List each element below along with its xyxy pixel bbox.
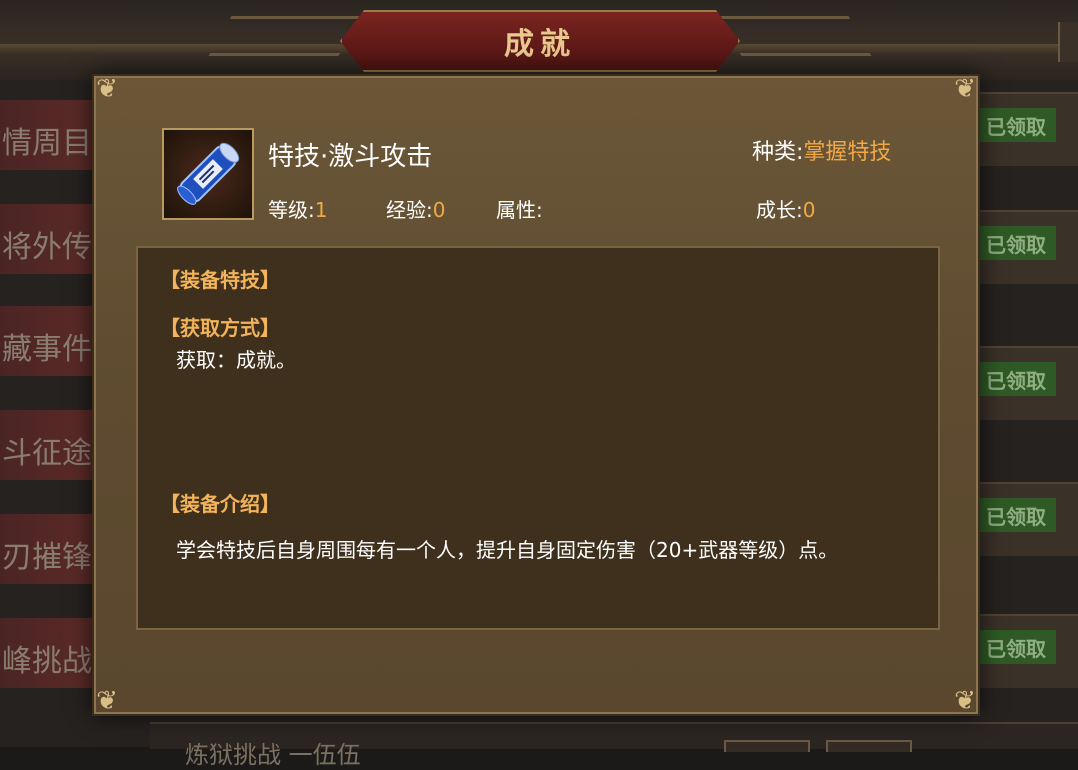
description-box: 【装备特技】 【获取方式】 获取：成就。 【装备介绍】 学会特技后自身周围每有一… <box>136 246 940 630</box>
left-tab-4[interactable]: 斗征途 <box>0 410 98 480</box>
scroll-ornament-icon: ❦ <box>96 74 118 104</box>
level-stat: 等级:1 <box>268 194 327 223</box>
equip-intro-text: 学会特技后自身周围每有一个人，提升自身固定伤害（20+武器等级）点。 <box>176 538 839 562</box>
left-tab-5[interactable]: 刃摧锋 <box>0 514 98 584</box>
achievement-row: 已领取 <box>976 92 1078 166</box>
title-ornament-right <box>718 16 872 56</box>
level-label: 等级: <box>268 198 315 222</box>
growth-label: 成长: <box>756 198 803 222</box>
claimed-badge[interactable]: 已领取 <box>976 362 1056 396</box>
category-label: 种类: <box>752 140 804 165</box>
obtain-method-heading: 【获取方式】 <box>160 316 280 340</box>
bottom-row-label: 炼狱挑战 一伍伍 <box>185 741 361 769</box>
title-ornament-left <box>208 16 362 56</box>
left-tab-label: 情周目 <box>2 126 92 161</box>
left-tab-label: 斗征途 <box>2 436 92 471</box>
growth-stat: 成长:0 <box>756 194 815 223</box>
left-tab-1[interactable]: 情周目 <box>0 100 98 170</box>
left-tab-label: 刃摧锋 <box>2 540 92 575</box>
category-value: 掌握特技 <box>803 140 892 165</box>
claimed-badge[interactable]: 已领取 <box>976 630 1056 664</box>
achievement-row: 已领取 <box>976 614 1078 688</box>
achievement-row: 已领取 <box>976 210 1078 284</box>
page-title: 成就 <box>504 27 576 62</box>
left-tab-label: 峰挑战 <box>2 644 92 679</box>
bottom-button[interactable] <box>826 740 912 752</box>
left-tab-label: 将外传 <box>2 230 92 265</box>
scroll-ornament-icon: ❦ <box>954 686 976 716</box>
exp-label: 经验: <box>386 198 433 222</box>
scroll-ornament-icon: ❦ <box>96 686 118 716</box>
exp-value: 0 <box>432 198 446 222</box>
claimed-badge[interactable]: 已领取 <box>976 226 1056 260</box>
level-value: 1 <box>314 198 328 222</box>
left-tab-3[interactable]: 藏事件 <box>0 306 98 376</box>
title-banner: 成就 <box>340 10 740 72</box>
left-tab-label: 藏事件 <box>2 332 92 367</box>
bottom-button[interactable] <box>724 740 810 752</box>
claimed-badge[interactable]: 已领取 <box>976 498 1056 532</box>
blue-scroll-icon <box>162 128 254 220</box>
achievement-row: 已领取 <box>976 482 1078 556</box>
left-tab-2[interactable]: 将外传 <box>0 204 98 274</box>
growth-value: 0 <box>802 198 816 222</box>
equip-intro-heading: 【装备介绍】 <box>160 492 280 516</box>
back-arrow-icon[interactable] <box>1058 22 1078 62</box>
equip-skill-heading: 【装备特技】 <box>160 268 280 292</box>
scroll-ornament-icon: ❦ <box>954 74 976 104</box>
achievement-row: 已领取 <box>976 346 1078 420</box>
skill-detail-popup: ❦ ❦ ❦ ❦ 特技·激斗攻击 种类:掌握特技 等级:1 经验:0 属性: 成长… <box>94 76 978 714</box>
skill-category: 种类:掌握特技 <box>752 134 891 166</box>
skill-name: 特技·激斗攻击 <box>268 142 433 172</box>
exp-stat: 经验:0 <box>386 194 445 223</box>
obtain-method-text: 获取：成就。 <box>176 348 296 372</box>
left-tab-6[interactable]: 峰挑战 <box>0 618 98 688</box>
attr-label: 属性: <box>496 198 543 222</box>
claimed-badge[interactable]: 已领取 <box>976 108 1056 142</box>
attr-stat: 属性: <box>496 194 543 223</box>
